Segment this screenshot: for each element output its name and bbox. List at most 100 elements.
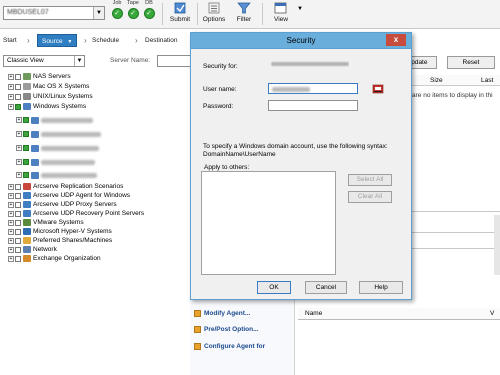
tree-item[interactable]: + <box>16 158 95 167</box>
expand-icon[interactable]: + <box>8 73 14 80</box>
tree-item[interactable]: + <box>16 144 99 153</box>
tree-checkbox[interactable] <box>23 145 29 152</box>
close-button[interactable]: x <box>386 34 406 46</box>
expand-icon[interactable]: + <box>8 255 14 262</box>
tree-item[interactable]: + <box>16 171 97 180</box>
expand-icon[interactable]: + <box>8 201 14 208</box>
server-icon <box>23 201 31 208</box>
expand-icon[interactable]: + <box>8 219 14 226</box>
server-icon <box>31 158 39 166</box>
tree-item[interactable]: + Mac OS X Systems <box>8 82 89 91</box>
expand-icon[interactable]: + <box>8 103 14 110</box>
tree-checkbox[interactable] <box>15 73 21 80</box>
expand-icon[interactable]: + <box>16 172 22 179</box>
tree-item[interactable]: + <box>16 116 93 125</box>
job-status: Job ✓ <box>110 0 124 19</box>
help-button[interactable]: Help <box>359 281 403 294</box>
column-header-last[interactable]: Last <box>481 77 493 84</box>
tree-checkbox[interactable] <box>15 192 21 199</box>
tree-item[interactable]: + Network <box>8 245 57 254</box>
tab-destination[interactable]: Destination <box>145 34 178 47</box>
expand-icon[interactable]: + <box>8 192 14 199</box>
expand-icon[interactable]: + <box>16 159 22 166</box>
expand-icon[interactable]: + <box>8 237 14 244</box>
tree-checkbox[interactable] <box>15 228 21 235</box>
tree-checkbox[interactable] <box>15 210 21 217</box>
task-modify-agent[interactable]: Modify Agent... <box>194 310 250 317</box>
task-pre-post-option[interactable]: Pre/Post Option... <box>194 326 259 333</box>
expand-icon[interactable]: + <box>16 117 22 124</box>
tree-item[interactable]: + Exchange Organization <box>8 254 101 263</box>
tree-checkbox[interactable] <box>15 103 21 110</box>
tree-item[interactable]: + Microsoft Hyper-V Systems <box>8 227 112 236</box>
column-header-name[interactable]: Name <box>305 310 322 317</box>
cancel-button[interactable]: Cancel <box>305 281 347 294</box>
tree-checkbox[interactable] <box>15 255 21 262</box>
expand-icon[interactable]: + <box>8 93 14 100</box>
tree-item[interactable]: + Arcserve UDP Recovery Point Servers <box>8 209 144 218</box>
tree-item[interactable]: + UNIX/Linux Systems <box>8 92 93 101</box>
security-key-icon[interactable] <box>372 83 384 95</box>
view-select[interactable]: Classic View ▼ <box>3 55 85 67</box>
tree-checkbox[interactable] <box>15 246 21 253</box>
tree-checkbox[interactable] <box>15 201 21 208</box>
chevron-right-icon: › <box>27 36 30 45</box>
server-name-input[interactable] <box>157 55 192 67</box>
apply-to-others-list[interactable] <box>201 171 336 275</box>
select-all-button[interactable]: Select All <box>348 174 392 186</box>
expand-icon[interactable]: + <box>8 228 14 235</box>
column-header-v[interactable]: V <box>490 310 494 317</box>
submit-button[interactable]: Submit <box>166 0 194 28</box>
password-field[interactable] <box>268 100 358 111</box>
expand-icon[interactable]: + <box>8 210 14 217</box>
tab-start[interactable]: Start <box>3 34 17 47</box>
tree-checkbox[interactable] <box>23 117 29 124</box>
toolbar-separator <box>162 3 163 25</box>
tree-item[interactable]: + Arcserve Replication Scenarios <box>8 182 123 191</box>
chevron-down-icon[interactable]: ▼ <box>93 7 104 19</box>
expand-icon[interactable]: + <box>8 183 14 190</box>
options-button[interactable]: Options <box>200 0 228 28</box>
expand-icon[interactable]: + <box>16 145 22 152</box>
security-for-value <box>271 62 349 66</box>
tree-item[interactable]: + <box>16 130 101 139</box>
expand-icon[interactable]: + <box>8 83 14 90</box>
tree-checkbox[interactable] <box>15 219 21 226</box>
tree-item-label <box>41 117 93 123</box>
clear-all-button[interactable]: Clear All <box>348 191 392 203</box>
tree-item[interactable]: + Arcserve UDP Agent for Windows <box>8 191 130 200</box>
tree-item[interactable]: + VMware Systems <box>8 218 84 227</box>
tree-checkbox[interactable] <box>15 93 21 100</box>
server-combo-value: MBDUSEL07 <box>7 9 49 16</box>
server-name-label: Server Name: <box>110 57 151 64</box>
tree-checkbox[interactable] <box>15 237 21 244</box>
tree-checkbox[interactable] <box>23 159 29 166</box>
dialog-titlebar[interactable]: Security x <box>191 33 411 49</box>
check-circle-icon: ✓ <box>143 8 155 19</box>
tree-checkbox[interactable] <box>23 172 29 179</box>
tab-source[interactable]: Source ▼ <box>37 34 78 47</box>
reset-button[interactable]: Reset <box>447 56 495 69</box>
tree-checkbox[interactable] <box>23 131 29 138</box>
view-label: View <box>274 16 288 23</box>
tree-item[interactable]: + Preferred Shares/Machines <box>8 236 112 245</box>
server-combo[interactable]: MBDUSEL07 ▼ <box>3 6 105 20</box>
column-header-size[interactable]: Size <box>430 77 443 84</box>
view-dropdown-icon[interactable]: ▼ <box>297 6 303 12</box>
expand-icon[interactable]: + <box>8 246 14 253</box>
view-button[interactable]: View <box>268 0 294 28</box>
tree-item[interactable]: + NAS Servers <box>8 72 71 81</box>
tree-item[interactable]: + Arcserve UDP Proxy Servers <box>8 200 117 209</box>
tab-schedule[interactable]: Schedule <box>92 34 119 47</box>
username-field[interactable] <box>268 83 358 94</box>
task-configure-agent[interactable]: Configure Agent for <box>194 343 265 350</box>
ok-button[interactable]: OK <box>257 281 291 294</box>
tree-item[interactable]: + Windows Systems <box>8 102 86 111</box>
vertical-scrollbar[interactable] <box>494 215 500 275</box>
tree-checkbox[interactable] <box>15 83 21 90</box>
filter-button[interactable]: Filter <box>232 0 256 28</box>
expand-icon[interactable]: + <box>16 131 22 138</box>
security-dialog: Security x Security for: User name: Pass… <box>190 32 412 300</box>
domain-hint-line1: To specify a Windows domain account, use… <box>203 143 388 150</box>
tree-checkbox[interactable] <box>15 183 21 190</box>
